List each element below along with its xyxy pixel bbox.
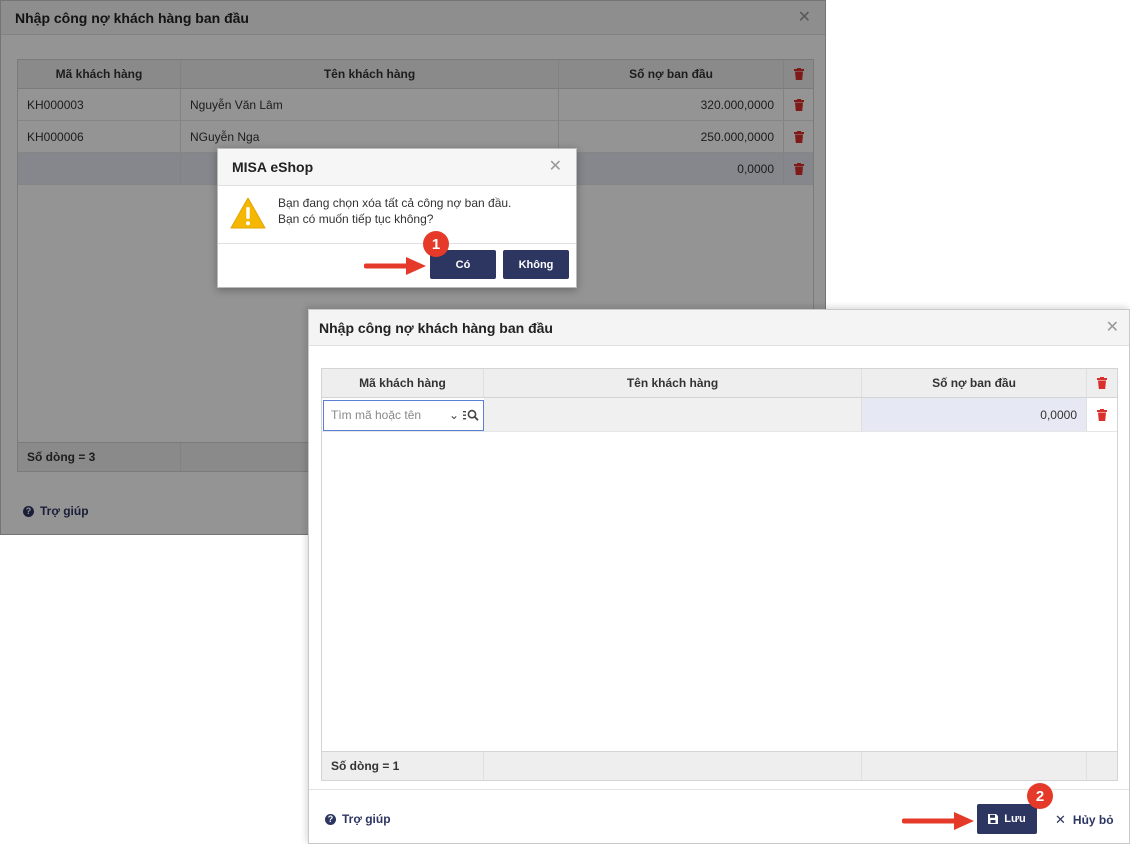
- cancel-button[interactable]: ✕ Hủy bỏ: [1055, 812, 1114, 828]
- front-grid-header: Mã khách hàng Tên khách hàng Số nợ ban đ…: [322, 369, 1117, 398]
- help-label: Trợ giúp: [342, 812, 391, 826]
- confirm-message-line2: Bạn có muốn tiếp tục không?: [278, 212, 434, 226]
- save-label: Lưu: [1004, 813, 1026, 825]
- close-icon[interactable]: ✕: [1106, 319, 1119, 336]
- front-debt-grid: Mã khách hàng Tên khách hàng Số nợ ban đ…: [321, 368, 1118, 781]
- trash-icon: [1097, 408, 1107, 421]
- confirm-message-line1: Bạn đang chọn xóa tất cả công nợ ban đầu…: [278, 196, 512, 210]
- table-row[interactable]: ⌄ 0,0000: [322, 398, 1117, 432]
- col-customer-name: Tên khách hàng: [484, 369, 862, 397]
- chevron-down-icon[interactable]: ⌄: [449, 408, 459, 422]
- save-button[interactable]: Lưu: [977, 804, 1037, 834]
- delete-row-button[interactable]: [1087, 398, 1117, 431]
- row-count: Số dòng = 1: [322, 752, 484, 780]
- warning-icon: [230, 197, 266, 229]
- no-button[interactable]: Không: [503, 250, 569, 279]
- opening-debt-cell[interactable]: 0,0000: [862, 398, 1087, 431]
- annotation-arrow-1: [364, 257, 426, 275]
- confirm-title: MISA eShop: [232, 159, 314, 175]
- confirm-body: Bạn đang chọn xóa tất cả công nợ ban đầu…: [218, 186, 576, 244]
- front-grid-footer: Số dòng = 1: [322, 751, 1117, 780]
- col-opening-debt: Số nợ ban đầu: [862, 369, 1087, 397]
- front-dialog-title: Nhập công nợ khách hàng ban đầu: [319, 319, 553, 336]
- customer-search-input[interactable]: [331, 408, 445, 422]
- front-dialog-header: Nhập công nợ khách hàng ban đầu ✕: [309, 310, 1129, 346]
- search-list-icon[interactable]: [463, 409, 479, 421]
- help-icon: ?: [325, 813, 336, 825]
- customer-search-box[interactable]: ⌄: [323, 399, 484, 431]
- confirm-actions: Có Không: [430, 250, 569, 279]
- footer-cell: [484, 752, 862, 780]
- confirm-header: MISA eShop ✕: [218, 149, 576, 186]
- delete-all-button[interactable]: [1087, 369, 1117, 397]
- annotation-arrow-2: [902, 812, 974, 830]
- footer-cell: [862, 752, 1087, 780]
- trash-icon: [1097, 377, 1107, 389]
- cancel-label: Hủy bỏ: [1072, 813, 1114, 827]
- cancel-icon: ✕: [1055, 812, 1066, 827]
- save-icon: [988, 814, 999, 824]
- customer-code-cell: ⌄: [322, 398, 484, 431]
- col-customer-code: Mã khách hàng: [322, 369, 484, 397]
- front-dialog: Nhập công nợ khách hàng ban đầu ✕ Mã khá…: [308, 309, 1130, 844]
- annotation-badge-1: 1: [423, 231, 449, 257]
- annotation-badge-2: 2: [1027, 783, 1053, 809]
- front-dialog-bottom-bar: ? Trợ giúp Lưu ✕ Hủy bỏ: [309, 789, 1129, 843]
- close-icon[interactable]: ✕: [549, 159, 562, 175]
- confirm-message: Bạn đang chọn xóa tất cả công nợ ban đầu…: [278, 195, 511, 227]
- help-link[interactable]: ? Trợ giúp: [325, 812, 391, 826]
- customer-name-cell: [484, 398, 862, 431]
